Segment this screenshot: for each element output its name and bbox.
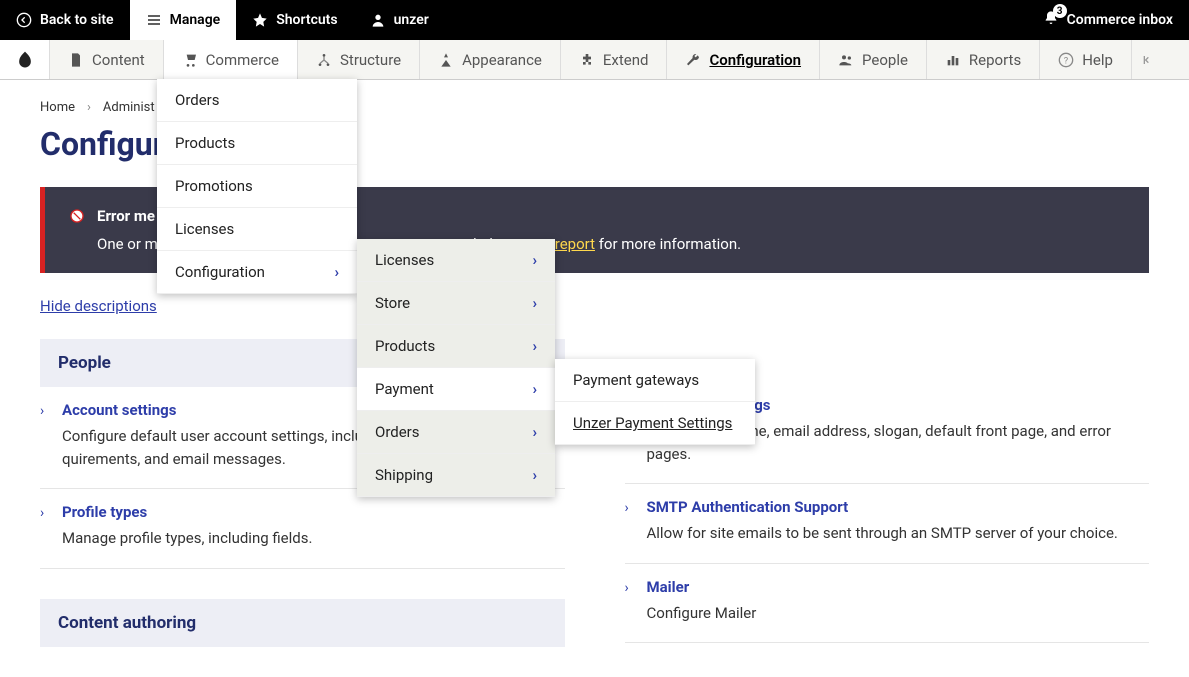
inbox-label: Commerce inbox: [1067, 12, 1173, 28]
chevron-right-icon: ›: [625, 580, 629, 596]
inbox-count: 3: [1053, 4, 1067, 18]
commerce-inbox[interactable]: 3 Commerce inbox: [1027, 0, 1189, 40]
error-icon: [69, 208, 85, 224]
back-to-site[interactable]: Back to site: [0, 0, 130, 40]
appearance-icon: [438, 52, 454, 68]
submenu-products[interactable]: Products›: [357, 325, 555, 368]
menu-content[interactable]: Content: [50, 40, 164, 79]
user-menu[interactable]: unzer: [354, 0, 445, 40]
collapse-toggle[interactable]: [1132, 40, 1162, 79]
menu-appearance[interactable]: Appearance: [420, 40, 561, 79]
wrench-icon: [685, 52, 701, 68]
chevron-right-icon: ›: [532, 294, 537, 312]
chevron-right-icon: ›: [40, 505, 44, 521]
drupal-icon: [15, 50, 35, 70]
hamburger-icon: [146, 12, 162, 28]
submenu-orders[interactable]: Orders›: [357, 411, 555, 454]
chevron-right-icon: ›: [532, 380, 537, 398]
menu-structure-label: Structure: [340, 51, 401, 69]
menu-content-label: Content: [92, 51, 145, 69]
error-body-suffix: for more information.: [595, 235, 741, 253]
commerce-dropdown: Orders Products Promotions Licenses Conf…: [157, 79, 357, 294]
chevron-right-icon: ›: [625, 500, 629, 516]
chevron-right-icon: ›: [532, 251, 537, 269]
extend-icon: [579, 52, 595, 68]
menu-configuration[interactable]: Configuration: [667, 40, 820, 79]
error-title-text: Error me: [97, 207, 155, 225]
cart-icon: [182, 52, 198, 68]
submenu-store[interactable]: Store›: [357, 282, 555, 325]
back-arrow-icon: [16, 12, 32, 28]
document-icon: [68, 52, 84, 68]
breadcrumb-admin[interactable]: Administ: [103, 100, 155, 115]
chevron-right-icon: ›: [532, 337, 537, 355]
breadcrumb-sep: ›: [87, 100, 91, 115]
submenu-payment[interactable]: Payment›: [357, 368, 555, 411]
help-icon: ?: [1058, 52, 1074, 68]
menu-structure[interactable]: Structure: [298, 40, 420, 79]
chevron-right-icon: ›: [40, 403, 44, 419]
svg-text:?: ?: [1064, 55, 1069, 66]
item-desc: Manage profile types, including fields.: [62, 527, 565, 550]
item-desc: Configure Mailer: [647, 602, 1150, 625]
item-title: SMTP Authentication Support: [647, 498, 1150, 516]
dropdown-configuration[interactable]: Configuration›: [157, 251, 357, 294]
menu-commerce[interactable]: Commerce: [164, 40, 298, 79]
user-label: unzer: [394, 12, 429, 28]
drupal-logo[interactable]: [0, 40, 50, 79]
config-submenu: Licenses› Store› Products› Payment› Orde…: [357, 239, 555, 497]
dropdown-orders[interactable]: Orders: [157, 79, 357, 122]
people-icon: [838, 52, 854, 68]
menu-extend-label: Extend: [603, 51, 649, 69]
menu-people[interactable]: People: [820, 40, 927, 79]
menu-extend[interactable]: Extend: [561, 40, 668, 79]
menu-reports-label: Reports: [969, 51, 1021, 69]
user-icon: [370, 12, 386, 28]
section-item-mailer[interactable]: › Mailer Configure Mailer: [625, 564, 1150, 644]
dropdown-promotions[interactable]: Promotions: [157, 165, 357, 208]
reports-icon: [945, 52, 961, 68]
back-label: Back to site: [40, 12, 114, 28]
structure-icon: [316, 52, 332, 68]
menu-people-label: People: [862, 51, 908, 69]
section-content-auth-head: Content authoring: [40, 599, 565, 647]
item-title: Mailer: [647, 578, 1150, 596]
menu-configuration-label: Configuration: [709, 51, 801, 69]
admin-menu-bar: Content Commerce Structure Appearance Ex…: [0, 40, 1189, 80]
item-desc: Allow for site emails to be sent through…: [647, 522, 1150, 545]
breadcrumb-home[interactable]: Home: [40, 100, 75, 115]
shortcuts-label: Shortcuts: [276, 12, 337, 28]
chevron-right-icon: ›: [532, 423, 537, 441]
menu-commerce-label: Commerce: [206, 51, 279, 69]
chevron-right-icon: ›: [334, 263, 339, 281]
manage-toggle[interactable]: Manage: [130, 0, 237, 40]
submenu-shipping[interactable]: Shipping›: [357, 454, 555, 497]
payment-submenu: Payment gateways Unzer Payment Settings: [555, 359, 755, 445]
shortcuts[interactable]: Shortcuts: [236, 0, 353, 40]
toolbar-top: Back to site Manage Shortcuts unzer 3 Co…: [0, 0, 1189, 40]
submenu-payment-gateways[interactable]: Payment gateways: [555, 359, 755, 402]
hide-descriptions-link[interactable]: Hide descriptions: [40, 297, 157, 315]
submenu-licenses[interactable]: Licenses›: [357, 239, 555, 282]
menu-help-label: Help: [1082, 51, 1113, 69]
section-item-profile-types[interactable]: › Profile types Manage profile types, in…: [40, 489, 565, 569]
item-title: Profile types: [62, 503, 565, 521]
menu-reports[interactable]: Reports: [927, 40, 1040, 79]
dropdown-licenses[interactable]: Licenses: [157, 208, 357, 251]
collapse-icon: [1139, 52, 1155, 68]
section-item-smtp[interactable]: › SMTP Authentication Support Allow for …: [625, 484, 1150, 564]
menu-appearance-label: Appearance: [462, 51, 542, 69]
star-icon: [252, 12, 268, 28]
chevron-right-icon: ›: [532, 466, 537, 484]
manage-label: Manage: [170, 12, 221, 28]
submenu-unzer-settings[interactable]: Unzer Payment Settings: [555, 402, 755, 445]
dropdown-products[interactable]: Products: [157, 122, 357, 165]
error-body-prefix: One or m: [97, 235, 158, 253]
menu-help[interactable]: ? Help: [1040, 40, 1132, 79]
